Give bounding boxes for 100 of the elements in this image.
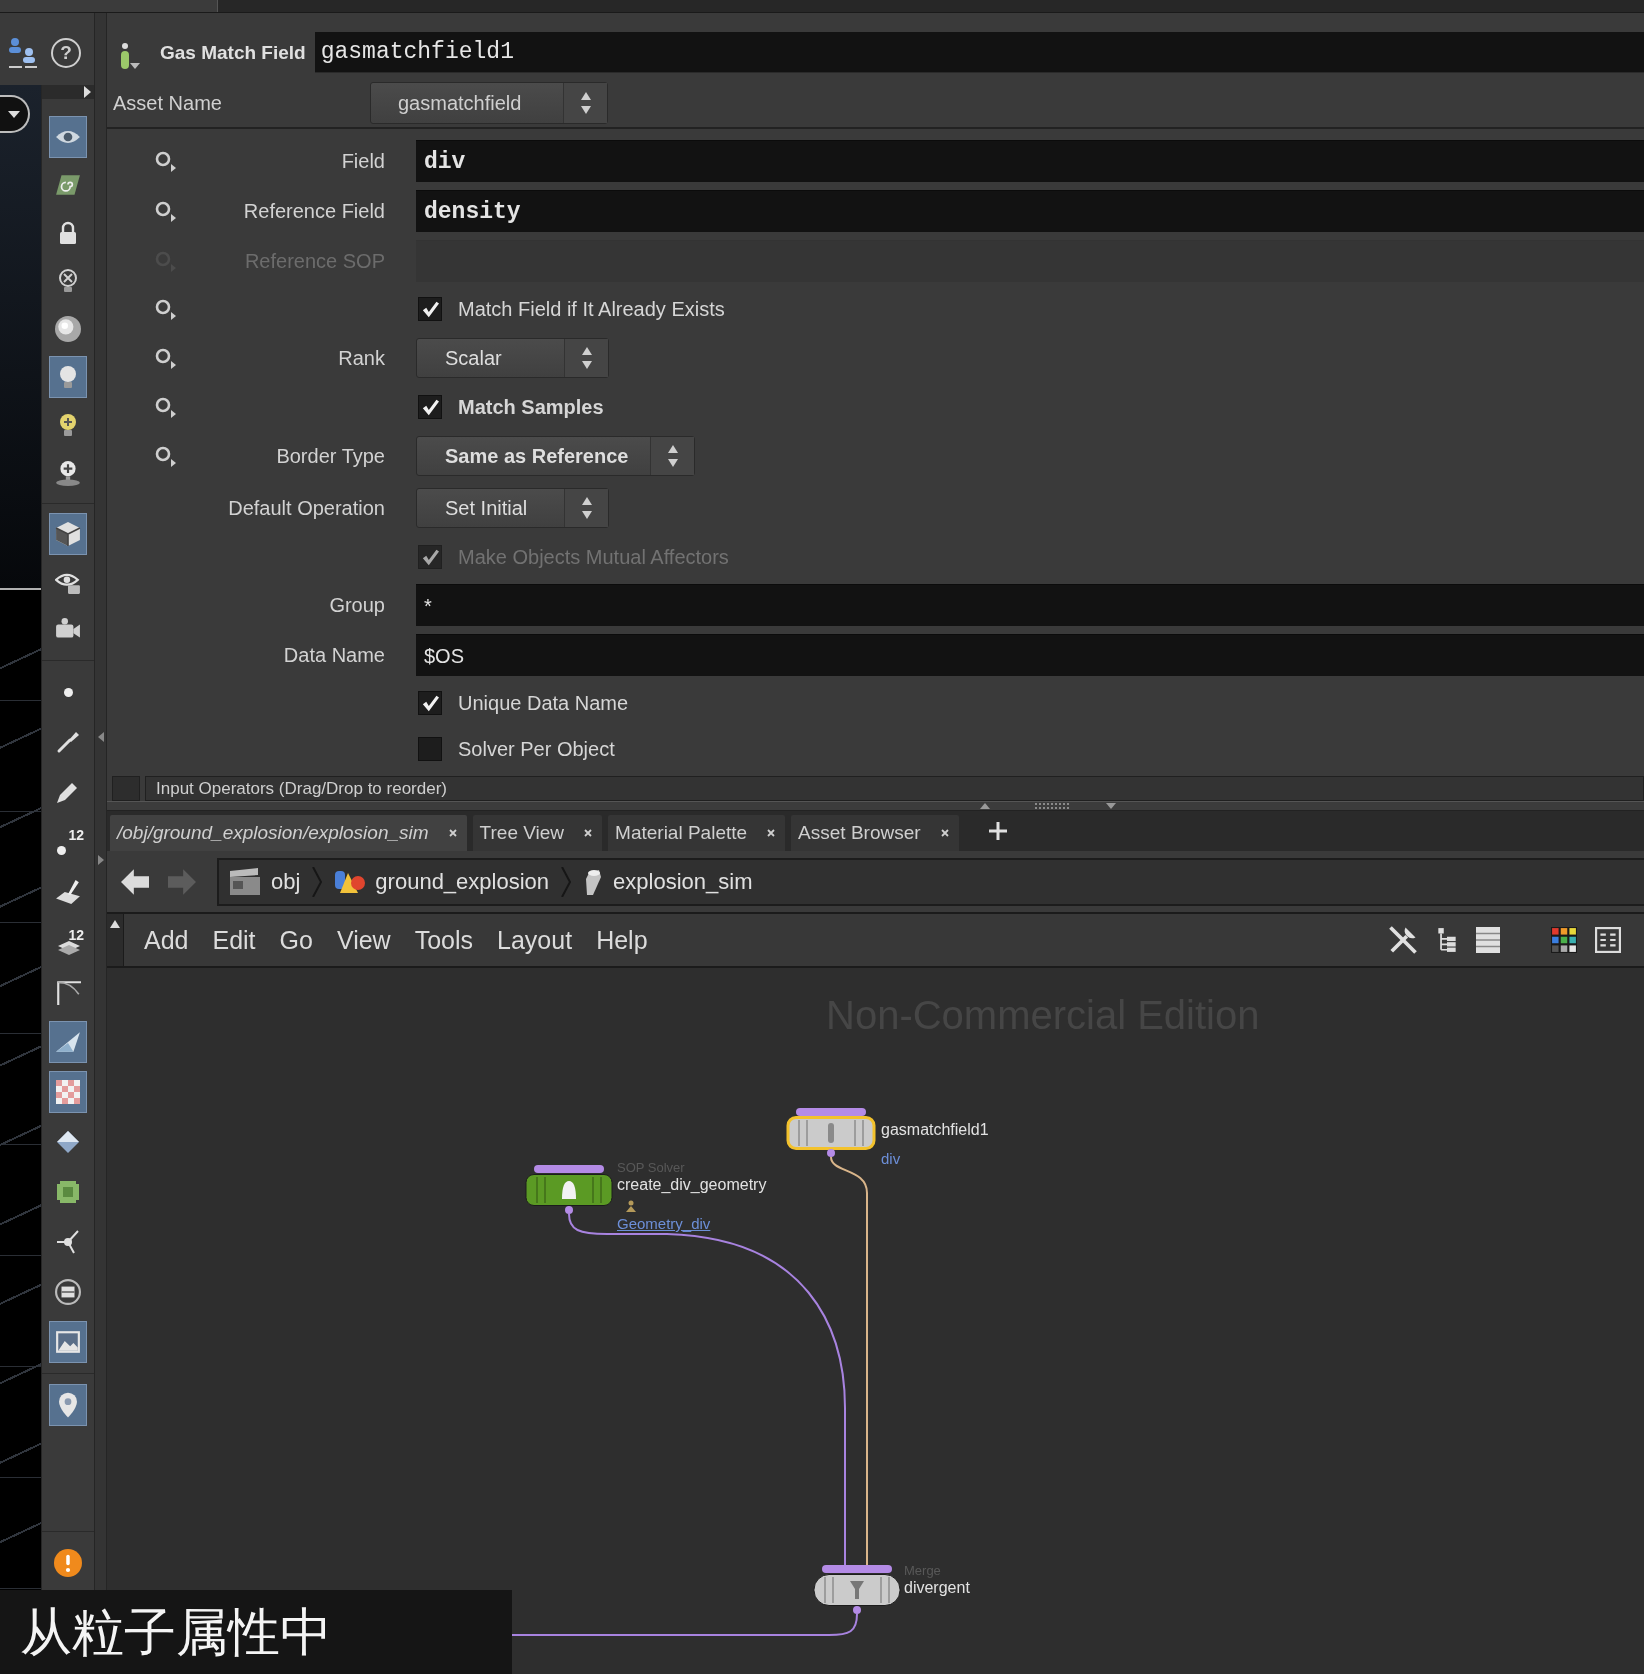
up-down-arrow-icon [667, 445, 678, 467]
layers-icon [57, 941, 81, 955]
viewport-menu-button[interactable] [0, 95, 30, 133]
help-button[interactable]: ? [51, 38, 81, 68]
toggle-label: Unique Data Name [458, 691, 629, 715]
ring-caret-icon[interactable] [155, 445, 176, 467]
ring-caret-icon[interactable] [155, 200, 176, 222]
grip-icon[interactable] [1035, 803, 1069, 809]
dropdown-menu[interactable]: gasmatchfield [370, 82, 608, 124]
checkbox[interactable] [418, 737, 442, 761]
tool-button[interactable] [49, 1071, 87, 1113]
text-field[interactable]: density [416, 190, 1644, 232]
node-name-field[interactable]: gasmatchfield1 [314, 32, 1644, 73]
network-node[interactable] [812, 1565, 902, 1615]
menu-item[interactable]: View [324, 925, 403, 955]
dome-icon [562, 1181, 576, 1199]
toggle-label: Match Samples [458, 395, 604, 419]
input-port[interactable] [822, 1565, 892, 1573]
menu-item[interactable]: Tools [402, 925, 486, 955]
toggle-label: Solver Per Object [458, 737, 615, 761]
fork-icon [56, 1230, 80, 1254]
back-arrow-icon[interactable] [121, 868, 149, 895]
disc-icon [55, 1279, 81, 1305]
ring-caret-icon[interactable] [155, 396, 176, 418]
figure-icon [625, 1200, 637, 1212]
up-down-arrow-icon [581, 497, 592, 519]
breadcrumb[interactable]: explosion_sim [583, 868, 753, 895]
tool-button[interactable] [49, 513, 87, 555]
input-port[interactable] [796, 1108, 866, 1116]
input-port[interactable] [534, 1165, 604, 1173]
checkmark-icon [421, 300, 439, 318]
checkbox[interactable] [418, 395, 442, 419]
text-field[interactable]: * [416, 584, 1644, 626]
checkbox[interactable] [418, 297, 442, 321]
output-label: div [881, 1150, 901, 1168]
color-grid-icon[interactable] [1551, 927, 1577, 953]
subtitle-caption: 从粒子属性中 [0, 1590, 512, 1674]
output-port[interactable] [565, 1206, 573, 1214]
people-icon[interactable] [8, 37, 38, 69]
output-port[interactable] [827, 1149, 835, 1157]
breadcrumb[interactable]: obj [229, 867, 301, 896]
menu-item[interactable]: Layout [485, 925, 585, 955]
tools-icon[interactable] [1388, 925, 1418, 955]
toggle-label: Make Objects Mutual Affectors [458, 545, 729, 569]
section-header[interactable]: Input Operators (Drag/Drop to reorder) [145, 776, 1644, 801]
close-icon[interactable] [584, 829, 593, 837]
scroll-up-button[interactable] [107, 914, 124, 966]
close-icon[interactable] [767, 829, 776, 837]
tool-button[interactable] [49, 116, 87, 158]
close-icon[interactable] [940, 829, 949, 837]
output-port[interactable] [853, 1606, 861, 1614]
node-name: create_div_geometry [617, 1175, 767, 1195]
tab[interactable]: Asset Browser [791, 815, 959, 851]
warning-icon [54, 1549, 82, 1577]
network-node[interactable] [524, 1165, 614, 1215]
shapes-icon [334, 868, 366, 895]
ring-caret-icon[interactable] [155, 298, 176, 320]
text-field[interactable]: $OS [416, 634, 1644, 676]
parameter-label: Default Operation [228, 496, 385, 519]
tool-button[interactable]: 12 [49, 921, 87, 963]
close-icon[interactable] [448, 829, 457, 837]
tool-button[interactable]: 12 [49, 821, 87, 863]
menu-item[interactable]: Go [267, 925, 325, 955]
checkmark-icon [421, 398, 439, 416]
grid-list-icon[interactable] [1595, 927, 1621, 953]
output-label: Geometry_div [617, 1215, 711, 1233]
ring-caret-icon[interactable] [155, 347, 176, 369]
cube-icon [55, 521, 81, 547]
spiral-icon [55, 172, 81, 198]
tab[interactable]: Tree View [472, 815, 603, 851]
cylinder-icon [583, 868, 604, 895]
list-icon[interactable] [1476, 926, 1500, 954]
expand-toggle[interactable] [112, 776, 140, 801]
capsule-icon [828, 1123, 834, 1143]
tree-list-icon[interactable] [1436, 927, 1458, 953]
node-type-label: Gas Match Field [160, 41, 306, 64]
tab[interactable]: Material Palette [608, 815, 786, 851]
dropdown-menu[interactable]: Set Initial [416, 488, 609, 528]
bulb-icon [56, 268, 80, 294]
parameter-label: Field [341, 149, 385, 172]
checkbox[interactable] [418, 691, 442, 715]
breadcrumb[interactable]: ground_explosion [334, 868, 550, 895]
tab[interactable]: /obj/ground_explosion/explosion_sim [110, 815, 467, 851]
toggle-label: Match Field if It Already Exists [458, 297, 725, 321]
checkmark-icon [421, 694, 439, 712]
parameter-label: Border Type [276, 444, 385, 467]
caret-icon[interactable] [84, 86, 91, 98]
chevron-icon [561, 866, 572, 897]
menu-item[interactable]: Add [132, 925, 201, 955]
pin-icon [59, 1392, 77, 1418]
ring-caret-icon[interactable] [155, 150, 176, 172]
menu-item[interactable]: Help [584, 925, 660, 955]
dropdown-menu[interactable]: Same as Reference [416, 436, 696, 476]
node-name: gasmatchfield1 [881, 1120, 989, 1140]
menu-item[interactable]: Edit [200, 925, 268, 955]
text-field[interactable]: div [416, 140, 1644, 182]
capsule-icon [120, 42, 130, 69]
plus-icon[interactable] [988, 822, 1007, 840]
network-node[interactable] [786, 1108, 876, 1158]
dropdown-menu[interactable]: Scalar [416, 338, 609, 378]
